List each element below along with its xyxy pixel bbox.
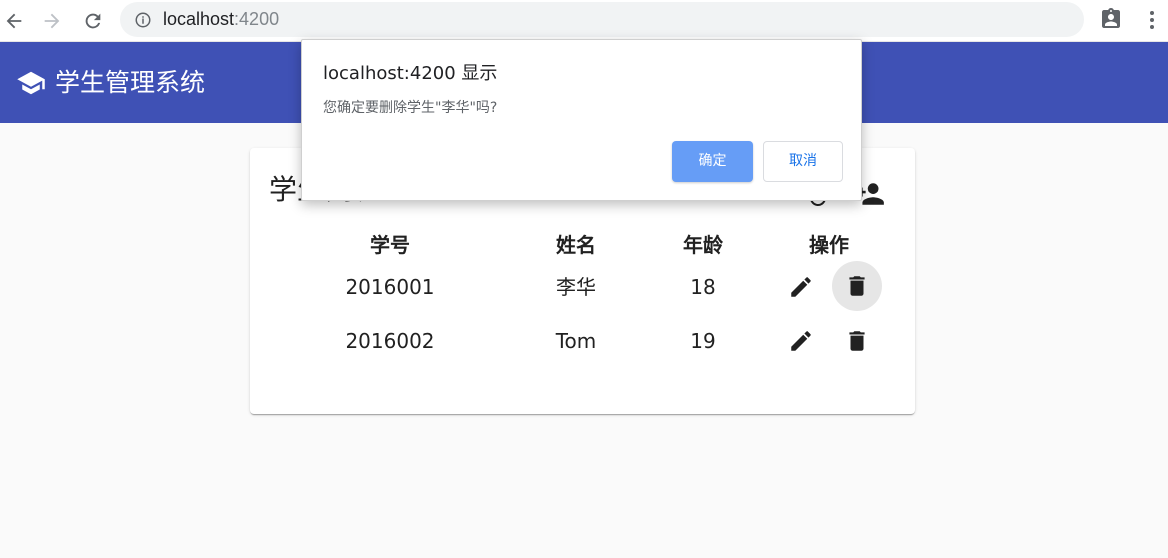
cell-student-id: 2016002 — [345, 329, 435, 353]
more-vert-icon[interactable] — [1142, 9, 1162, 31]
column-header-age: 年龄 — [683, 233, 723, 257]
cell-student-age: 18 — [690, 275, 716, 299]
cell-student-name: 李华 — [556, 275, 596, 299]
forward-button[interactable] — [38, 7, 66, 35]
edit-icon — [791, 277, 811, 297]
app-title: 学生管理系统 — [55, 68, 206, 97]
delete-icon — [849, 276, 865, 296]
column-header-id: 学号 — [370, 233, 410, 257]
delete-icon — [849, 331, 865, 351]
cell-student-name: Tom — [555, 329, 597, 353]
reload-button[interactable] — [79, 7, 107, 35]
confirm-dialog: localhost:4200 显示 您确定要删除学生"李华"吗? 确定 取消 — [301, 39, 862, 201]
dialog-message: 您确定要删除学生"李华"吗? — [323, 100, 498, 116]
arrow-right-icon — [44, 13, 60, 29]
cell-student-id: 2016001 — [345, 275, 435, 299]
url-port: :4200 — [234, 9, 280, 29]
back-button[interactable] — [0, 7, 28, 35]
address-bar[interactable]: localhost:4200 — [120, 2, 1084, 37]
browser-toolbar: localhost:4200 — [0, 0, 1168, 42]
edit-button[interactable] — [776, 316, 826, 366]
reload-icon — [85, 13, 101, 29]
cancel-button[interactable]: 取消 — [763, 141, 843, 182]
cell-student-age: 19 — [690, 329, 716, 353]
url-text[interactable]: localhost:4200 — [163, 9, 279, 29]
delete-button[interactable] — [832, 316, 882, 366]
delete-button[interactable] — [832, 261, 882, 311]
clipboard-user-icon[interactable] — [1099, 7, 1123, 31]
url-host: localhost — [163, 9, 235, 29]
dialog-title: localhost:4200 显示 — [323, 63, 498, 84]
arrow-left-icon — [6, 13, 22, 29]
confirm-button[interactable]: 确定 — [672, 141, 753, 182]
edit-icon — [791, 331, 811, 351]
edit-button[interactable] — [776, 262, 826, 312]
info-icon[interactable] — [134, 11, 152, 29]
school-icon — [17, 71, 45, 95]
column-header-actions: 操作 — [809, 233, 849, 257]
column-header-name: 姓名 — [556, 233, 596, 257]
